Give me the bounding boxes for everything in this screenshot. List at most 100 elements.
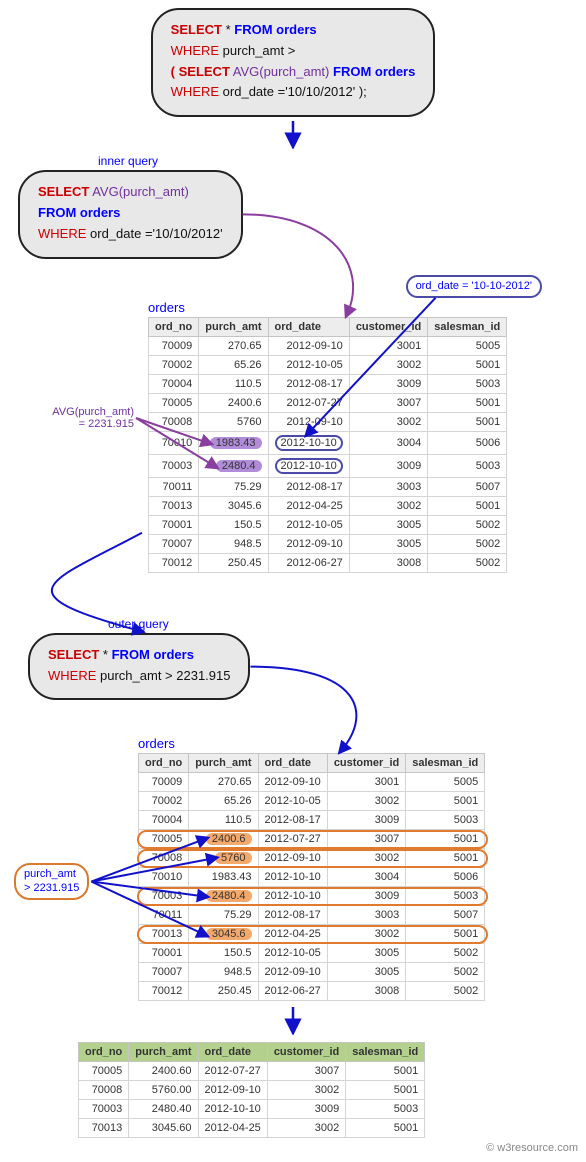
table-cell: 70013 <box>149 496 199 515</box>
table-title: orders <box>138 736 578 751</box>
table-cell: 5003 <box>428 454 507 477</box>
column-header: salesman_id <box>346 1043 425 1062</box>
table-cell: 65.26 <box>199 355 268 374</box>
table-row: 700032480.42012-10-1030095003 <box>149 454 507 477</box>
kw-from: FROM orders <box>112 647 194 662</box>
table-row: 7000265.262012-10-0530025001 <box>139 792 486 811</box>
table-cell: 2012-10-05 <box>258 944 327 963</box>
table-cell: 3007 <box>349 393 427 412</box>
table-cell: 70013 <box>79 1119 129 1138</box>
table-cell: 5760 <box>189 849 258 868</box>
table-cell: 70010 <box>149 431 199 454</box>
table-cell: 70003 <box>139 887 189 906</box>
table-cell: 2012-09-10 <box>258 849 327 868</box>
table-cell: 5003 <box>406 811 485 830</box>
table-row: 70004110.52012-08-1730095003 <box>149 374 507 393</box>
table-cell: 2012-10-10 <box>258 868 327 887</box>
table-row: 7001175.292012-08-1730035007 <box>149 477 507 496</box>
table-cell: 3045.6 <box>199 496 268 515</box>
table-cell: 270.65 <box>189 773 258 792</box>
table-cell: 70004 <box>149 374 199 393</box>
table-cell: 70010 <box>139 868 189 887</box>
table-cell: 70011 <box>139 906 189 925</box>
table-row: 7000265.262012-10-0530025001 <box>149 355 507 374</box>
table-row: 700052400.62012-07-2730075001 <box>149 393 507 412</box>
table-cell: 5005 <box>406 773 485 792</box>
table-cell: 70009 <box>139 773 189 792</box>
table-cell: 75.29 <box>199 477 268 496</box>
table-cell: 2012-10-05 <box>268 515 349 534</box>
table-row: 7000857602012-09-1030025001 <box>139 849 486 868</box>
table-row: 700133045.62012-04-2530025001 <box>139 925 486 944</box>
table-cell: 1983.43 <box>189 868 258 887</box>
arrow-down-icon <box>278 1007 308 1035</box>
table-cell: 2012-04-25 <box>268 496 349 515</box>
table-cell: 70012 <box>149 553 199 572</box>
table-cell: 3009 <box>349 454 427 477</box>
table-cell: 110.5 <box>189 811 258 830</box>
table-cell: 70005 <box>79 1062 129 1081</box>
kw-avg: AVG(purch_amt) <box>233 64 330 79</box>
table-cell: 5006 <box>428 431 507 454</box>
kw-where: WHERE <box>171 43 219 58</box>
sql-text: ord_date ='10/10/2012' ); <box>223 84 367 99</box>
table-cell: 2012-10-05 <box>268 355 349 374</box>
column-header: ord_no <box>79 1043 129 1062</box>
table-cell: 2012-09-10 <box>198 1081 267 1100</box>
table-cell: 2012-06-27 <box>268 553 349 572</box>
table-cell: 3007 <box>267 1062 345 1081</box>
table-cell: 2480.4 <box>189 887 258 906</box>
table-cell: 2012-08-17 <box>258 906 327 925</box>
column-header: ord_date <box>258 754 327 773</box>
table-cell: 70001 <box>139 944 189 963</box>
table-cell: 5006 <box>406 868 485 887</box>
kw-select: ( SELECT <box>171 64 230 79</box>
table-cell: 70002 <box>149 355 199 374</box>
table-cell: 3045.60 <box>129 1119 198 1138</box>
table-cell: 948.5 <box>199 534 268 553</box>
table-cell: 5001 <box>406 925 485 944</box>
table-cell: 5001 <box>406 849 485 868</box>
table-cell: 3045.6 <box>189 925 258 944</box>
table-cell: 70007 <box>149 534 199 553</box>
table-cell: 3008 <box>327 982 405 1001</box>
sql-outer-box: SELECT * FROM orders WHERE purch_amt > 2… <box>28 633 250 701</box>
table-cell: 3007 <box>327 830 405 849</box>
table-cell: 5003 <box>428 374 507 393</box>
table-cell: 3002 <box>327 925 405 944</box>
table-cell: 70002 <box>139 792 189 811</box>
column-header: ord_no <box>139 754 189 773</box>
table-row: 70009270.652012-09-1030015005 <box>149 336 507 355</box>
table-cell: 3009 <box>327 811 405 830</box>
table-cell: 3009 <box>267 1100 345 1119</box>
table-cell: 110.5 <box>199 374 268 393</box>
table-title: orders <box>148 300 578 315</box>
table-cell: 2012-10-05 <box>258 792 327 811</box>
table-cell: 5002 <box>428 534 507 553</box>
table-cell: 948.5 <box>189 963 258 982</box>
table-row: 70007948.52012-09-1030055002 <box>149 534 507 553</box>
table-cell: 2012-09-10 <box>268 534 349 553</box>
kw-from: FROM orders <box>234 22 316 37</box>
table-cell: 3002 <box>349 355 427 374</box>
table-cell: 5007 <box>406 906 485 925</box>
table-cell: 3008 <box>349 553 427 572</box>
table-cell: 250.45 <box>189 982 258 1001</box>
table-cell: 3004 <box>327 868 405 887</box>
kw-from: FROM orders <box>333 64 415 79</box>
table-cell: 5760.00 <box>129 1081 198 1100</box>
table-cell: 3002 <box>349 412 427 431</box>
table-cell: 3004 <box>349 431 427 454</box>
table-cell: 2012-04-25 <box>198 1119 267 1138</box>
kw-select: SELECT <box>48 647 99 662</box>
table-cell: 70011 <box>149 477 199 496</box>
sql-text: ord_date ='10/10/2012' <box>90 226 223 241</box>
table-row: 700101983.432012-10-1030045006 <box>139 868 486 887</box>
table-cell: 2480.4 <box>199 454 268 477</box>
table-cell: 2400.60 <box>129 1062 198 1081</box>
table-cell: 3001 <box>349 336 427 355</box>
table-row: 700133045.602012-04-2530025001 <box>79 1119 425 1138</box>
table-cell: 65.26 <box>189 792 258 811</box>
table-cell: 5001 <box>428 393 507 412</box>
sql-text: * <box>103 647 108 662</box>
